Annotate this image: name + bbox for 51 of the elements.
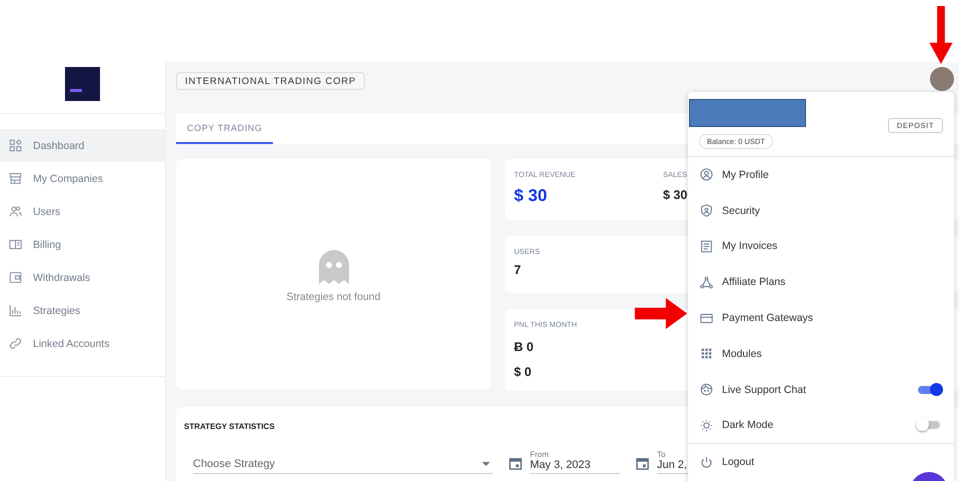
menu-item[interactable]: Live Support Chat	[688, 372, 954, 408]
section-title: STRATEGY STATISTICS	[184, 422, 275, 431]
apps-grid-icon	[700, 347, 713, 360]
shield-icon	[700, 204, 713, 218]
tab[interactable]: COPY TRADING	[176, 113, 274, 144]
menu-item[interactable]: Modules	[688, 336, 954, 372]
sidebar-item[interactable]: Dashboard	[0, 129, 165, 162]
menu-item[interactable]: My Invoices	[688, 228, 954, 264]
sidebar-item[interactable]: Strategies	[0, 294, 165, 327]
company-button[interactable]: INTERNATIONAL TRADING CORP	[176, 72, 366, 90]
pointer-arrow-drawing	[929, 6, 953, 64]
pointer-arrow-drawing	[634, 298, 688, 329]
sidebar-item[interactable]: Billing	[0, 228, 165, 261]
credit-card-icon	[700, 312, 713, 325]
sidebar-item[interactable]: Withdrawals	[0, 261, 165, 294]
sun-icon	[700, 418, 713, 432]
sidebar-item[interactable]: My Companies	[0, 162, 165, 195]
power-icon	[700, 456, 713, 469]
user-circle-icon	[700, 168, 713, 182]
stat-value: $ 30	[514, 186, 548, 206]
users-icon	[9, 205, 22, 218]
link-icon	[9, 337, 22, 350]
menu-item[interactable]: Dark Mode	[688, 408, 954, 444]
face-icon	[700, 383, 713, 396]
stat-value: $ 30	[663, 188, 688, 202]
calendar-icon	[636, 457, 649, 470]
grid-icon	[9, 139, 22, 152]
empty-message: Strategies not found	[286, 291, 380, 303]
bar-chart-icon	[9, 304, 22, 317]
date-field[interactable]: From May 3, 2023	[530, 450, 620, 474]
strategy-select[interactable]: Choose Strategy	[193, 454, 493, 474]
stat-value: Ƀ 0	[514, 340, 534, 354]
ghost-icon	[318, 249, 350, 285]
toggle-switch[interactable]	[918, 386, 940, 394]
wallet-icon	[9, 271, 22, 284]
network-icon	[700, 276, 713, 289]
book-icon	[9, 238, 22, 251]
logo-drawing	[65, 67, 100, 101]
menu-item[interactable]: Payment Gateways	[688, 300, 954, 336]
sidebar-item[interactable]: Linked Accounts	[0, 327, 165, 360]
calendar-icon	[509, 457, 522, 470]
menu-item[interactable]: My Profile	[688, 157, 954, 193]
caret-icon	[482, 462, 490, 466]
document-icon	[700, 240, 713, 253]
stat-value: $ 0	[514, 365, 532, 379]
stat-value: 7	[514, 263, 522, 277]
toggle-switch[interactable]	[918, 421, 940, 430]
sidebar-item[interactable]: Users	[0, 195, 165, 228]
menu-item[interactable]: Security	[688, 192, 954, 229]
store-icon	[9, 172, 22, 185]
menu-item[interactable]: Affiliate Plans	[688, 264, 954, 300]
